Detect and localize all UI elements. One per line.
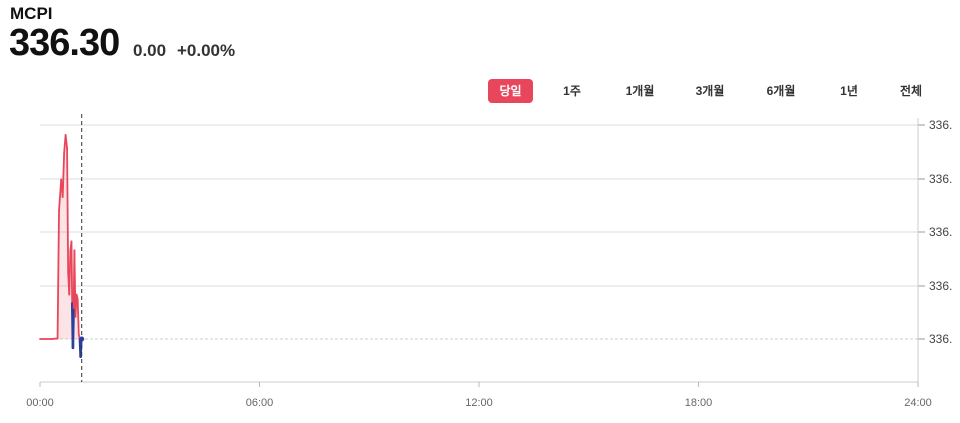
price-line-segment <box>71 306 75 350</box>
y-tick-label: 336. <box>929 279 952 293</box>
x-tick-label: 24:00 <box>904 397 932 409</box>
x-tick-label: 12:00 <box>465 397 493 409</box>
y-tick-label: 336. <box>929 225 952 239</box>
price-line-segment <box>76 298 80 336</box>
x-tick-label: 06:00 <box>246 397 274 409</box>
price-line-segment <box>70 240 74 305</box>
price-line-segment <box>68 249 72 296</box>
x-tick-label: 18:00 <box>685 397 713 409</box>
price-chart[interactable]: 336. 336. 336. 336. 336. 00:00 06:00 12:00 18:0… <box>0 0 960 423</box>
y-tick-label: 336. <box>929 118 952 132</box>
x-tick-label: 00:00 <box>26 397 54 409</box>
y-tick-label: 336. <box>929 332 952 346</box>
price-line-segment <box>74 293 78 318</box>
y-tick-label: 336. <box>929 172 952 186</box>
current-price-dot <box>79 336 85 342</box>
price-line-segment <box>66 147 70 274</box>
